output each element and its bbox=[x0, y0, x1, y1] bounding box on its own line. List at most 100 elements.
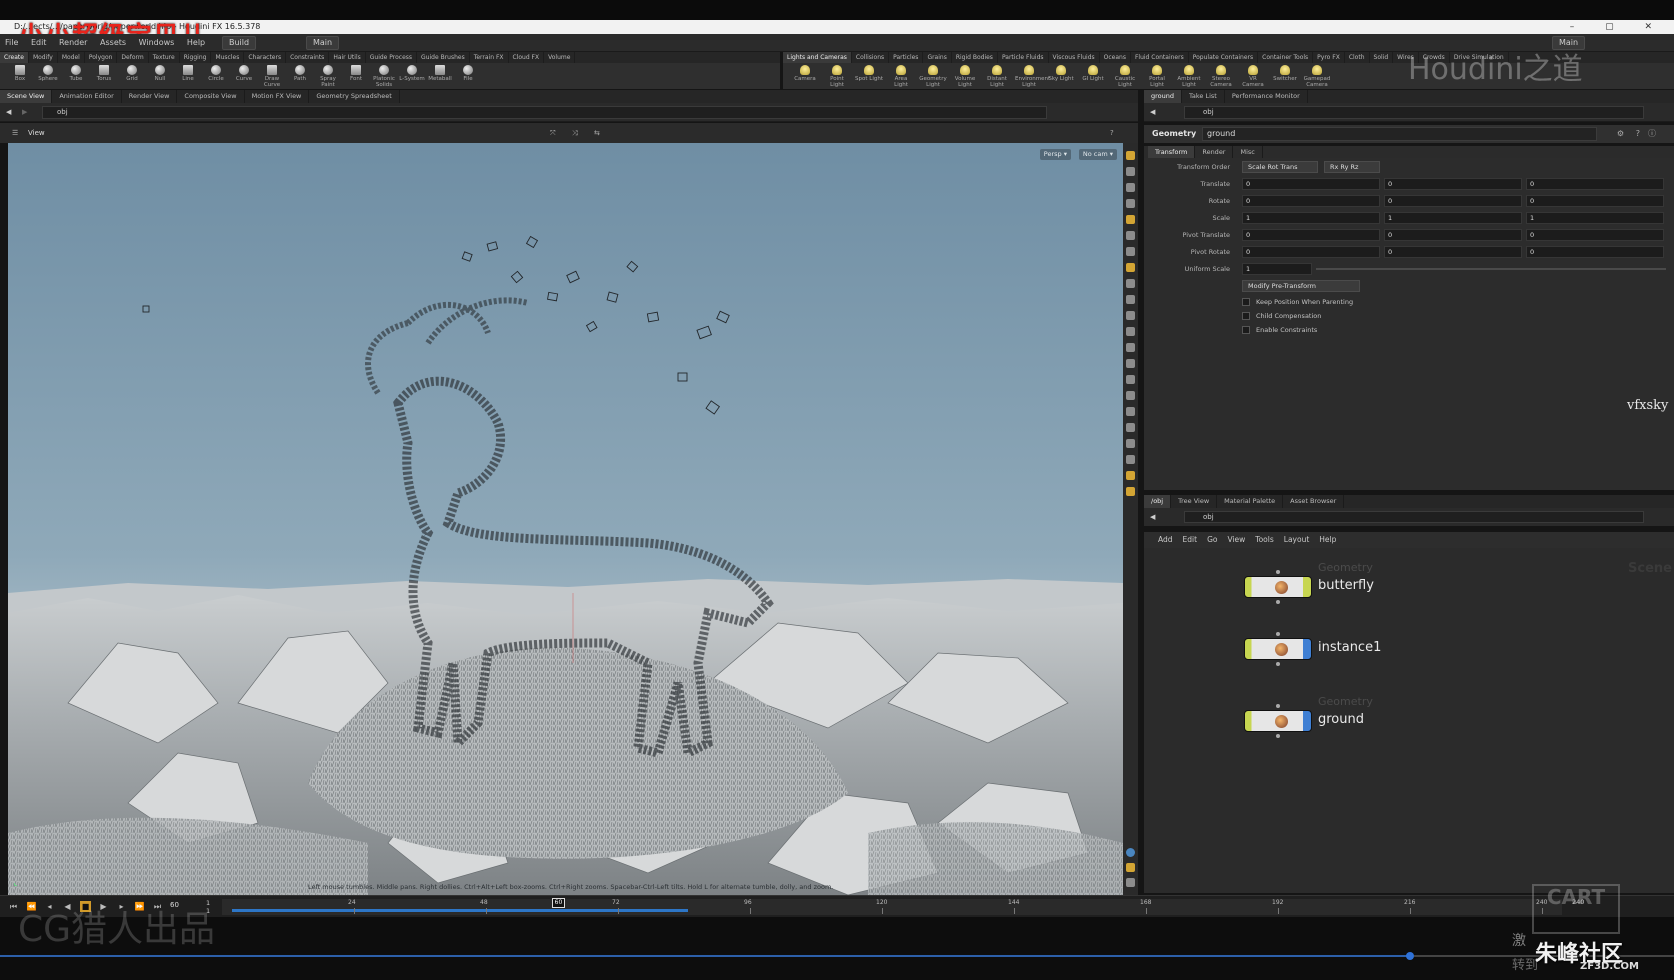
display-icon[interactable]: ⇆ bbox=[594, 123, 600, 143]
translate-field-z[interactable]: 0 bbox=[1526, 178, 1664, 190]
rotate-order-dropdown[interactable]: Rx Ry Rz bbox=[1324, 161, 1380, 173]
shelf-tool-camera[interactable]: Camera bbox=[791, 64, 819, 88]
shelf-tab-solid[interactable]: Solid bbox=[1370, 52, 1394, 63]
shelf-tool-tube[interactable]: Tube bbox=[62, 64, 90, 88]
shelf-tool-font[interactable]: Font bbox=[342, 64, 370, 88]
menu-edit[interactable]: Edit bbox=[31, 38, 47, 47]
shelf-tab-oceans[interactable]: Oceans bbox=[1100, 52, 1131, 63]
menu-render[interactable]: Render bbox=[59, 38, 87, 47]
shelf-tool-portal-light[interactable]: Portal Light bbox=[1143, 64, 1171, 88]
network-back-icon[interactable]: ◀ bbox=[1150, 508, 1155, 526]
viewport-tool-icon[interactable] bbox=[1126, 471, 1135, 480]
network-menu-go[interactable]: Go bbox=[1207, 535, 1217, 544]
timeline-cursor[interactable]: 60 bbox=[552, 898, 565, 908]
viewport-tool-icon[interactable] bbox=[1126, 343, 1135, 352]
align-icon[interactable]: ⤨ bbox=[572, 123, 578, 143]
menu-windows[interactable]: Windows bbox=[139, 38, 175, 47]
rotate-field-y[interactable]: 0 bbox=[1384, 195, 1522, 207]
shelf-tool-point-light[interactable]: Point Light bbox=[823, 64, 851, 88]
shelf-tool-line[interactable]: Line bbox=[174, 64, 202, 88]
shelf-tool-spot-light[interactable]: Spot Light bbox=[855, 64, 883, 88]
uniform-scale-field[interactable]: 1 bbox=[1242, 263, 1312, 275]
shelf-tab-grains[interactable]: Grains bbox=[923, 52, 952, 63]
shelf-tab-create[interactable]: Create bbox=[0, 52, 29, 63]
viewport-tool-icon[interactable] bbox=[1126, 167, 1135, 176]
shelf-tab-volume[interactable]: Volume bbox=[544, 52, 576, 63]
gear-icon[interactable]: ⚙ bbox=[1617, 125, 1624, 143]
shelf-tab-rigging[interactable]: Rigging bbox=[180, 52, 212, 63]
param-path-field[interactable]: obj bbox=[1184, 106, 1644, 119]
help-icon[interactable]: ? bbox=[1110, 123, 1114, 143]
pivot-translate-field-x[interactable]: 0 bbox=[1242, 229, 1380, 241]
viewport-tool-icon[interactable] bbox=[1126, 455, 1135, 464]
help-icon[interactable]: ? bbox=[1636, 125, 1640, 143]
node-input-connector[interactable] bbox=[1276, 632, 1280, 636]
camera-dropdown[interactable]: No cam ▾ bbox=[1078, 149, 1117, 160]
pivot-rotate-field-z[interactable]: 0 bbox=[1526, 246, 1664, 258]
viewport-tool-icon[interactable] bbox=[1126, 215, 1135, 224]
shelf-tab-guide-process[interactable]: Guide Process bbox=[366, 52, 418, 63]
enable-constraints-checkbox[interactable] bbox=[1242, 326, 1250, 334]
param-subtab-transform[interactable]: Transform bbox=[1148, 146, 1196, 158]
network-tab-asset-browser[interactable]: Asset Browser bbox=[1283, 495, 1345, 508]
shelf-tab-deform[interactable]: Deform bbox=[117, 52, 149, 63]
shelf-tool-platonic-solids[interactable]: Platonic Solids bbox=[370, 64, 398, 88]
viewport-tool-icon[interactable] bbox=[1126, 439, 1135, 448]
shelf-tool-spray-paint[interactable]: Spray Paint bbox=[314, 64, 342, 88]
node-output-connector[interactable] bbox=[1276, 600, 1280, 604]
shelf-tab-characters[interactable]: Characters bbox=[244, 52, 287, 63]
pane-tab-composite-view[interactable]: Composite View bbox=[177, 90, 245, 103]
shelf-tab-muscles[interactable]: Muscles bbox=[211, 52, 245, 63]
translate-field-x[interactable]: 0 bbox=[1242, 178, 1380, 190]
shelf-tool-vr-camera[interactable]: VR Camera bbox=[1239, 64, 1267, 88]
shelf-tool-sphere[interactable]: Sphere bbox=[34, 64, 62, 88]
param-back-icon[interactable]: ◀ bbox=[1150, 103, 1155, 122]
network-path-field[interactable]: obj bbox=[1184, 511, 1644, 523]
shelf-tool-caustic-light[interactable]: Caustic Light bbox=[1111, 64, 1139, 88]
main-dropdown-left[interactable]: Main bbox=[306, 36, 340, 50]
pane-tab-scene-view[interactable]: Scene View bbox=[0, 90, 53, 103]
node-body[interactable] bbox=[1244, 576, 1312, 598]
viewport-tool-icon[interactable] bbox=[1126, 263, 1135, 272]
shelf-tab-cloud-fx[interactable]: Cloud FX bbox=[509, 52, 545, 63]
shelf-tool-box[interactable]: Box bbox=[6, 64, 34, 88]
shelf-tool-environment-light[interactable]: Environment Light bbox=[1015, 64, 1050, 88]
transform-order-dropdown[interactable]: Scale Rot Trans bbox=[1242, 161, 1318, 173]
viewport-tool-icon[interactable] bbox=[1126, 423, 1135, 432]
viewport-tool-icon[interactable] bbox=[1126, 199, 1135, 208]
pane-tab-animation-editor[interactable]: Animation Editor bbox=[52, 90, 122, 103]
network-menu-add[interactable]: Add bbox=[1158, 535, 1173, 544]
shelf-tab-collisions[interactable]: Collisions bbox=[852, 52, 890, 63]
timeline-track[interactable]: 60 24 48 72 96 120 144 168 192 216 240 bbox=[222, 898, 1562, 915]
network-tab-tree-view[interactable]: Tree View bbox=[1171, 495, 1218, 508]
shelf-tool-file[interactable]: File bbox=[454, 64, 482, 88]
shelf-tool-path[interactable]: Path bbox=[286, 64, 314, 88]
node-output-connector[interactable] bbox=[1276, 662, 1280, 666]
pivot-rotate-field-x[interactable]: 0 bbox=[1242, 246, 1380, 258]
node-input-connector[interactable] bbox=[1276, 570, 1280, 574]
uniform-scale-slider[interactable] bbox=[1316, 268, 1666, 270]
shelf-tab-guide-brushes[interactable]: Guide Brushes bbox=[417, 52, 470, 63]
menu-file[interactable]: File bbox=[5, 38, 18, 47]
network-menu-view[interactable]: View bbox=[1227, 535, 1245, 544]
network-menu-edit[interactable]: Edit bbox=[1183, 535, 1198, 544]
viewport-tool-icon[interactable] bbox=[1126, 231, 1135, 240]
pane-tab-render-view[interactable]: Render View bbox=[122, 90, 178, 103]
network-tab-material-palette[interactable]: Material Palette bbox=[1217, 495, 1284, 508]
viewport-bottom-icon[interactable] bbox=[1126, 863, 1135, 872]
scale-field-y[interactable]: 1 bbox=[1384, 212, 1522, 224]
shelf-tool-torus[interactable]: Torus bbox=[90, 64, 118, 88]
snap-icon[interactable]: ⤧ bbox=[550, 123, 556, 143]
shelf-tab-pyro-fx[interactable]: Pyro FX bbox=[1313, 52, 1345, 63]
shelf-tab-texture[interactable]: Texture bbox=[149, 52, 180, 63]
shelf-tab-container-tools[interactable]: Container Tools bbox=[1258, 52, 1314, 63]
video-progress-played[interactable] bbox=[0, 955, 1410, 957]
network-menu-layout[interactable]: Layout bbox=[1284, 535, 1310, 544]
viewport-tool-icon[interactable] bbox=[1126, 487, 1135, 496]
info-icon[interactable]: ⓘ bbox=[1648, 125, 1656, 143]
view-menu-icon[interactable]: ☰ bbox=[12, 123, 18, 143]
shelf-tool-metaball[interactable]: Metaball bbox=[426, 64, 454, 88]
param-tab-performance-monitor[interactable]: Performance Monitor bbox=[1225, 90, 1308, 103]
network-menu-help[interactable]: Help bbox=[1319, 535, 1336, 544]
viewport-tool-icon[interactable] bbox=[1126, 375, 1135, 384]
